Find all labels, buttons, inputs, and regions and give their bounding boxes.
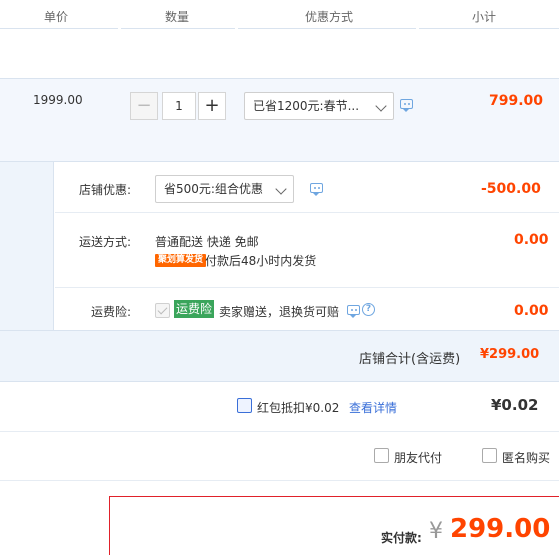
shop-total-amount: ¥299.00 bbox=[480, 347, 540, 362]
help-icon[interactable]: ? bbox=[362, 303, 375, 316]
col-promotion: 优惠方式 bbox=[305, 10, 354, 24]
insurance-row: 运费险: 运费险 卖家赠送，退换货可赔 ? 0.00 bbox=[55, 288, 559, 330]
insurance-badge: 运费险 bbox=[174, 300, 215, 318]
friend-pay-checkbox[interactable] bbox=[374, 448, 389, 463]
cart-item-row: 1999.00 − 1 + 已省1200元:春节... 799.00 bbox=[0, 78, 559, 162]
insurance-text: 卖家赠送，退换货可赔 bbox=[219, 305, 340, 319]
payment-currency: ¥ bbox=[429, 519, 443, 544]
shop-discount-amount: -500.00 bbox=[481, 181, 541, 197]
quantity-decrease-button[interactable]: − bbox=[130, 92, 158, 120]
quantity-increase-button[interactable]: + bbox=[198, 92, 226, 120]
shipping-method: 普通配送 快递 免邮 bbox=[155, 235, 259, 249]
shop-discount-label: 店铺优惠: bbox=[79, 183, 132, 197]
shop-left-band bbox=[0, 162, 54, 330]
header-divider bbox=[238, 28, 416, 29]
item-promotion-select[interactable]: 已省1200元:春节... bbox=[244, 92, 394, 120]
redpacket-amount: ¥0.02 bbox=[491, 396, 539, 414]
friend-pay-label: 朋友代付 bbox=[394, 451, 443, 465]
anonymous-checkbox[interactable] bbox=[482, 448, 497, 463]
chat-icon[interactable] bbox=[310, 183, 323, 196]
shop-discount-row: 店铺优惠: 省500元:组合优惠 -500.00 bbox=[55, 162, 559, 213]
col-unit-price: 单价 bbox=[44, 10, 69, 24]
insurance-amount: 0.00 bbox=[514, 303, 549, 319]
payment-amount: 299.00 bbox=[450, 514, 551, 544]
shipping-note: 付款后48小时内发货 bbox=[205, 254, 317, 268]
shop-section: 店铺优惠: 省500元:组合优惠 -500.00 运送方式: 普通配送 快递 免… bbox=[0, 162, 559, 334]
shop-total-bar: 店铺合计(含运费) ¥299.00 bbox=[0, 330, 559, 382]
chat-icon[interactable] bbox=[347, 305, 360, 318]
unit-price: 1999.00 bbox=[33, 93, 83, 107]
shipping-row: 运送方式: 普通配送 快递 免邮 聚划算发货 付款后48小时内发货 0.00 bbox=[55, 213, 559, 288]
col-subtotal: 小计 bbox=[472, 10, 497, 24]
insurance-checkbox[interactable] bbox=[155, 303, 170, 318]
shop-total-label: 店铺合计(含运费) bbox=[359, 352, 461, 367]
column-header: 单价 数量 优惠方式 小计 bbox=[0, 0, 559, 30]
header-divider bbox=[0, 28, 118, 29]
divider bbox=[0, 431, 559, 432]
redpacket-label: 红包抵扣¥0.02 bbox=[257, 401, 340, 415]
item-promotion-value: 已省1200元:春节... bbox=[253, 99, 360, 113]
chat-icon[interactable] bbox=[400, 99, 413, 112]
redpacket-checkbox[interactable] bbox=[237, 398, 252, 413]
header-divider bbox=[121, 28, 235, 29]
shop-discount-value: 省500元:组合优惠 bbox=[164, 182, 263, 196]
item-subtotal: 799.00 bbox=[489, 93, 544, 109]
shipping-badge: 聚划算发货 bbox=[155, 254, 207, 267]
shipping-label: 运送方式: bbox=[79, 235, 132, 249]
header-divider bbox=[419, 28, 559, 29]
redpacket-details-link[interactable]: 查看详情 bbox=[349, 399, 397, 416]
payment-label: 实付款: bbox=[381, 531, 422, 545]
insurance-label: 运费险: bbox=[91, 305, 132, 319]
anonymous-label: 匿名购买 bbox=[502, 451, 551, 465]
chevron-down-icon bbox=[275, 183, 287, 195]
quantity-input[interactable]: 1 bbox=[162, 92, 196, 120]
shop-discount-select[interactable]: 省500元:组合优惠 bbox=[155, 175, 294, 203]
chevron-down-icon bbox=[375, 100, 387, 112]
payment-summary-box: 实付款: ¥ 299.00 bbox=[109, 496, 559, 555]
divider bbox=[0, 480, 559, 481]
col-quantity: 数量 bbox=[165, 10, 190, 24]
shipping-amount: 0.00 bbox=[514, 232, 549, 248]
